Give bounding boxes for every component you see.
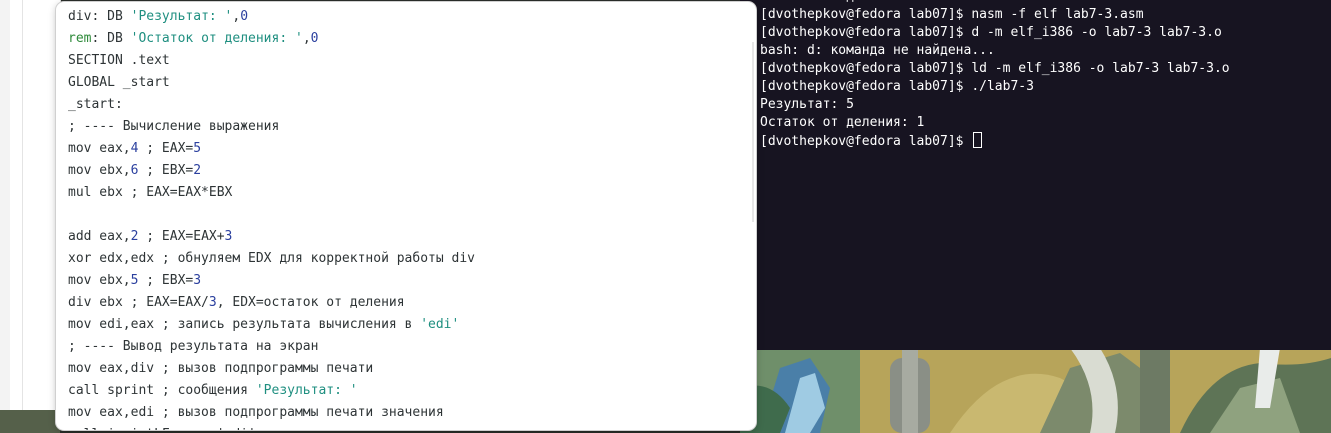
code-token: rem [68,31,92,46]
code-line: rem: DB 'Остаток от деления: ',0 [68,28,475,50]
code-line: div: DB 'Результат: ',0 [68,6,475,28]
terminal-output-text: bash: d: команда не найдена... [760,43,995,58]
terminal-line: [dvothepkov@fedora lab07]$ d -m elf_i386… [760,24,1230,42]
code-token: call sprint ; сообщения [68,383,256,398]
code-token: 'Результат: ' [255,383,358,398]
code-line: ; ---- Вычисление выражения [68,116,475,138]
code-line: SECTION .text [68,50,475,72]
code-token: 3 [193,273,202,288]
code-line: mov edi,eax ; запись результата вычислен… [68,314,475,336]
code-token: xor edx,edx ; обнуляем EDX для корректно… [68,251,475,266]
terminal-line: [dvothepkov@fedora lab07]$ [760,132,1230,150]
code-token: ; EBX= [138,273,194,288]
terminal-line: [dvothepkov@fedora lab07]$ ./lab7-3 [760,78,1230,96]
code-token: : DB [91,31,131,46]
terminal-prompt: [dvothepkov@fedora lab07]$ [760,61,972,76]
terminal-prompt: [dvothepkov@fedora lab07]$ [760,79,972,94]
code-line: mov ebx,6 ; EBX=2 [68,160,475,182]
terminal-cursor[interactable] [973,132,983,148]
background-window-sidebar [0,0,10,410]
terminal-command: ./lab7-3 [971,79,1034,94]
terminal-command: ld -m elf_i386 -o lab7-3 lab7-3.o [971,61,1230,76]
code-line: add eax,2 ; EAX=EAX+3 [68,226,475,248]
terminal-line: [dvothepkov@fedora lab07]$ nasm -f elf l… [760,6,1230,24]
code-line: mov eax,4 ; EAX=5 [68,138,475,160]
code-line: mov eax,div ; вызов подпрограммы печати [68,358,475,380]
code-line: mov eax,edi ; вызов подпрограммы печати … [68,402,475,424]
code-token: add eax, [68,229,131,244]
code-token: 0 [240,9,249,24]
code-line: GLOBAL _start [68,72,475,94]
code-line: div ebx ; EAX=EAX/3, EDX=остаток от деле… [68,292,475,314]
code-token: mov edi,eax ; запись результата вычислен… [68,317,421,332]
code-line: ; ---- Вывод результата на экран [68,336,475,358]
code-token: 'edi' [420,317,460,332]
terminal-line: Остаток от деления: 1 [760,114,1230,132]
terminal-command: d -m elf_i386 -o lab7-3 lab7-3.o [971,25,1222,40]
code-token: mov ebx, [68,273,131,288]
code-token: 'Результат: ' [130,9,233,24]
code-token: SECTION .text [68,53,170,68]
terminal-prompt: [dvothepkov@fedora lab07]$ [760,7,972,22]
code-line: mul ebx ; EAX=EAX*EBX [68,182,475,204]
code-token: ; EAX=EAX+ [138,229,225,244]
code-token: 0 [310,31,319,46]
terminal-prompt: [dvothepkov@fedora lab07]$ [760,25,972,40]
code-token: 5 [193,141,202,156]
code-editor-popup[interactable]: div: DB 'Результат: ',0 rem: DB 'Остаток … [56,2,756,430]
terminal-output: Остаток от деления: 1 [dvothepkov@fedora … [760,0,1230,150]
code-token: _start: [68,97,123,112]
code-token: mov eax,div ; вызов подпрограммы печати [68,361,374,376]
wallpaper-illustration [740,348,1331,433]
code-token: , EDX=остаток от деления [216,295,405,310]
background-window-gutter [22,0,23,410]
code-token: call iprintLF ; из 'edi' в виде символов [68,427,381,430]
code-token: 3 [208,295,217,310]
desktop-wallpaper-strip [0,408,60,433]
code-token: ; ---- Вычисление выражения [68,119,280,134]
code-token: 3 [224,229,233,244]
desktop-wallpaper [740,348,1331,433]
code-token: ; ---- Вывод результата на экран [68,339,319,354]
desktop: Остаток от деления: 1 [dvothepkov@fedora … [0,0,1331,433]
code-line: mov ebx,5 ; EBX=3 [68,270,475,292]
code-token: mov ebx, [68,163,131,178]
terminal-prompt: [dvothepkov@fedora lab07]$ [760,134,972,149]
code-line: call iprintLF ; из 'edi' в виде символов [68,424,475,430]
terminal-line: [dvothepkov@fedora lab07]$ ld -m elf_i38… [760,60,1230,78]
terminal-window[interactable]: Остаток от деления: 1 [dvothepkov@fedora … [740,0,1331,350]
code-token: , [302,31,311,46]
terminal-output-text: Остаток от деления: 1 [760,0,924,4]
code-line: xor edx,edx ; обнуляем EDX для корректно… [68,248,475,270]
code-token: mov eax, [68,141,131,156]
code-token: div ebx ; EAX=EAX/ [68,295,209,310]
terminal-command: nasm -f elf lab7-3.asm [971,7,1144,22]
terminal-line: bash: d: команда не найдена... [760,42,1230,60]
code-token: 'Остаток от деления: ' [130,31,303,46]
terminal-output-text: Остаток от деления: 1 [760,115,925,130]
code-line: _start: [68,94,475,116]
background-editor-window[interactable] [0,0,61,410]
code-view[interactable]: div: DB 'Результат: ',0 rem: DB 'Остаток … [68,6,475,430]
terminal-output-text: Результат: 5 [760,97,854,112]
code-line: call sprint ; сообщения 'Результат: ' [68,380,475,402]
code-token: mul ebx ; EAX=EAX*EBX [68,185,233,200]
code-token: ; EAX= [138,141,194,156]
code-token: ; EBX= [138,163,194,178]
editor-scrollbar[interactable] [752,42,754,222]
code-token: mov eax,edi ; вызов подпрограммы печати … [68,405,444,420]
terminal-line: Результат: 5 [760,96,1230,114]
code-token: div: DB [68,9,131,24]
code-token: GLOBAL _start [68,75,170,90]
code-token: 2 [193,163,202,178]
